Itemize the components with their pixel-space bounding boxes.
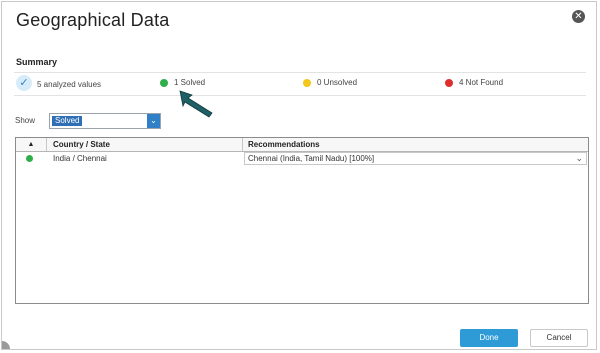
- summary-bar: ✓ 5 analyzed values 1 Solved 0 Unsolved …: [14, 72, 586, 96]
- chevron-down-icon[interactable]: ⌄: [147, 114, 160, 128]
- resize-corner: [2, 341, 10, 349]
- green-dot-icon: [160, 78, 168, 87]
- row-country: India / Chennai: [53, 154, 107, 163]
- column-header-country[interactable]: Country / State: [53, 140, 110, 149]
- yellow-dot-icon: [303, 78, 311, 87]
- solved-count: 1 Solved: [174, 78, 206, 87]
- status-dot-icon: [26, 155, 33, 162]
- summary-heading: Summary: [16, 57, 58, 67]
- dialog-title: Geographical Data: [16, 10, 170, 30]
- geo-data-grid: ▲ Country / State Recommendations India …: [15, 137, 589, 304]
- unsolved-count: 0 Unsolved: [317, 78, 358, 87]
- summary-not-found[interactable]: 4 Not Found: [445, 78, 503, 87]
- checkmark-icon: ✓: [16, 75, 32, 91]
- show-filter-select[interactable]: Solved ⌄: [49, 113, 161, 129]
- not-found-count: 4 Not Found: [459, 78, 504, 87]
- show-label: Show: [15, 116, 36, 125]
- done-button[interactable]: Done: [460, 329, 518, 347]
- chevron-down-icon[interactable]: ⌄: [575, 153, 583, 164]
- table-row[interactable]: India / Chennai Chennai (India, Tamil Na…: [16, 152, 588, 165]
- pointer-arrow-icon: [179, 90, 213, 118]
- recommendation-select[interactable]: Chennai (India, Tamil Nadu) [100%] ⌄: [244, 152, 587, 165]
- close-icon[interactable]: ✕: [572, 10, 585, 23]
- sort-icon[interactable]: ▲: [16, 138, 47, 151]
- show-filter-value: Solved: [52, 116, 83, 126]
- summary-solved[interactable]: 1 Solved: [160, 78, 205, 87]
- analyzed-count: 5 analyzed values: [37, 80, 102, 89]
- red-dot-icon: [445, 78, 453, 87]
- column-header-recommendations[interactable]: Recommendations: [248, 140, 320, 149]
- summary-analyzed: ✓ 5 analyzed values: [16, 75, 102, 91]
- recommendation-value: Chennai (India, Tamil Nadu) [100%]: [248, 154, 375, 163]
- grid-header: ▲ Country / State Recommendations: [16, 138, 588, 152]
- summary-unsolved[interactable]: 0 Unsolved: [303, 78, 357, 87]
- geographical-data-dialog: Geographical Data ✕ Summary ✓ 5 analyzed…: [1, 1, 597, 350]
- cancel-button[interactable]: Cancel: [530, 329, 588, 347]
